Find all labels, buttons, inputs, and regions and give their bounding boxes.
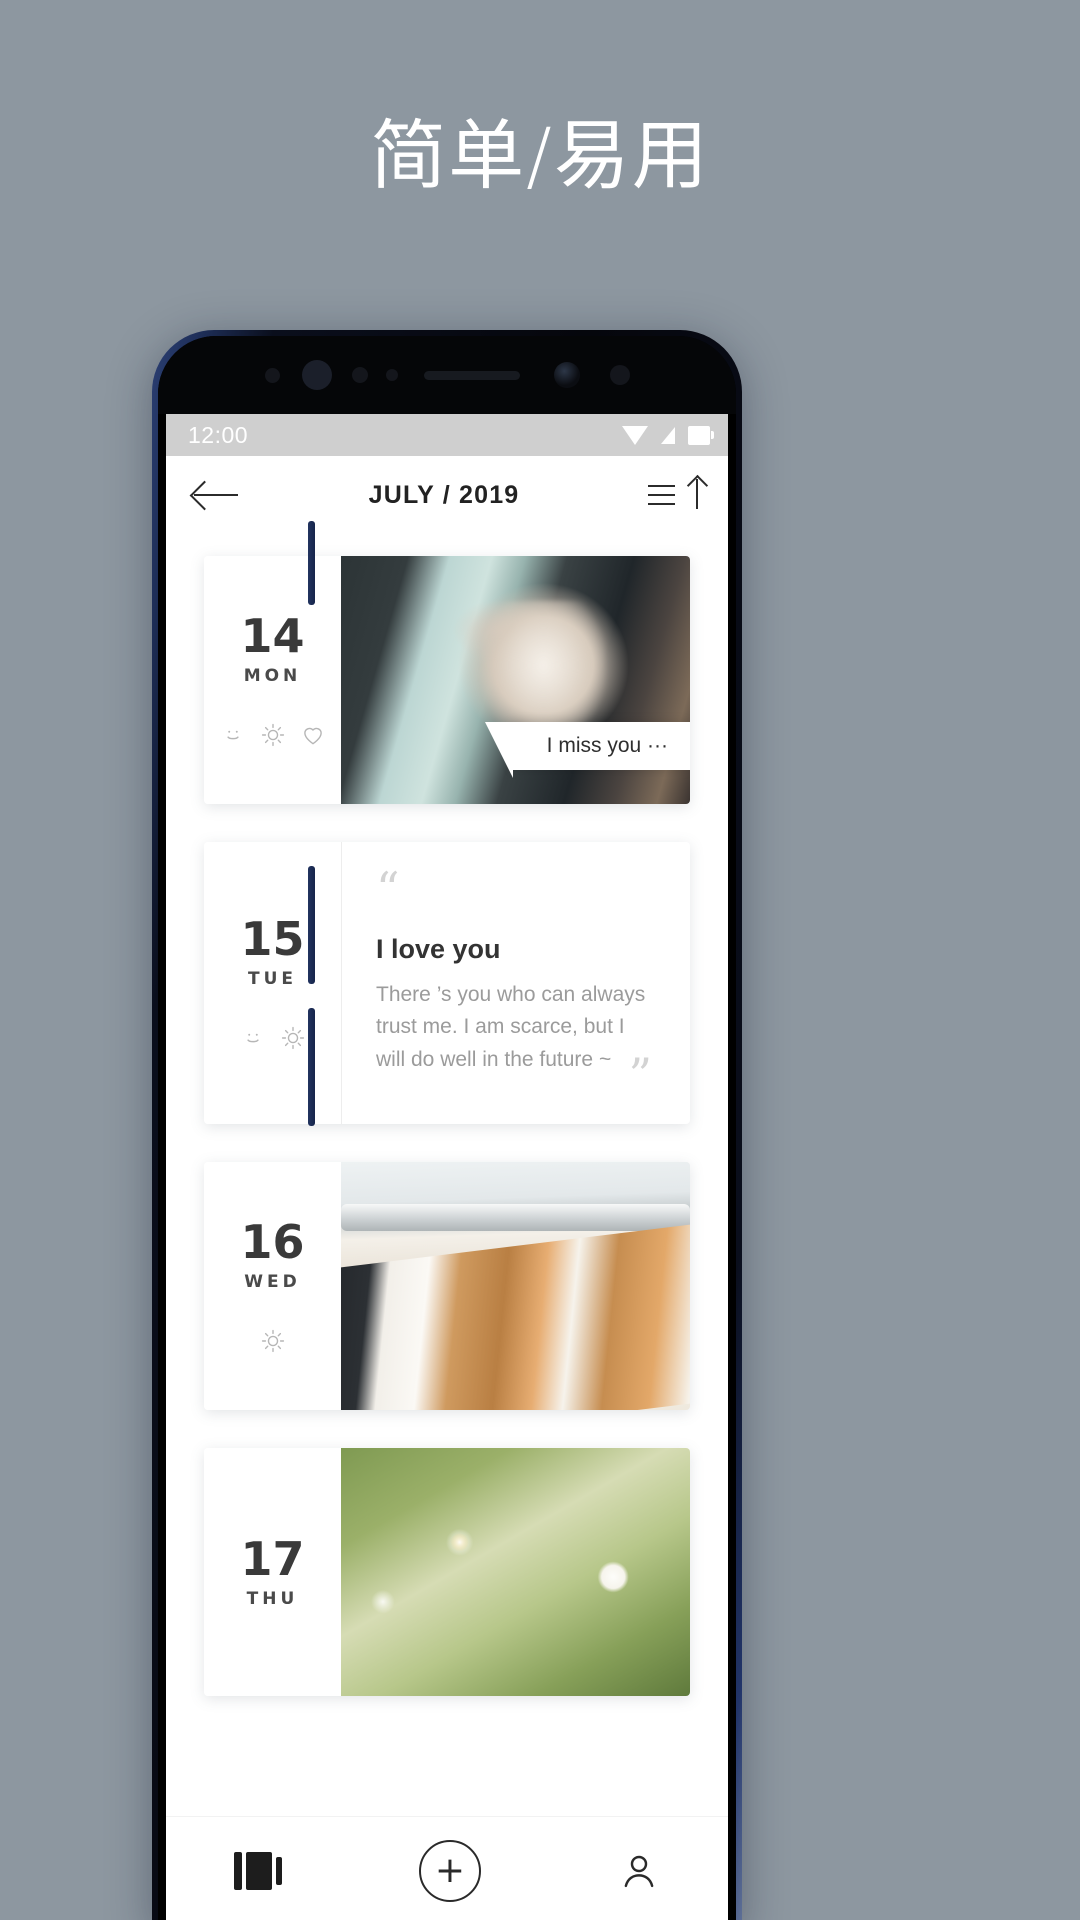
diary-feed[interactable]: 14 MON I miss you ··· 15 TUE “ I love yo… <box>166 534 728 1816</box>
phone-device: 12:00 JULY / 2019 14 MON I miss you ··· … <box>152 330 742 1920</box>
secondary-sensor-icon <box>609 365 630 385</box>
entry-mood-row <box>220 722 326 748</box>
quote-open-mark: “ <box>376 862 400 916</box>
quote-body: “ I love you There ’s you who can always… <box>341 842 690 1124</box>
entry-weekday: MON <box>243 665 302 686</box>
smiley-icon[interactable] <box>220 722 246 748</box>
entry-day-number: 14 <box>240 608 305 663</box>
status-bar: 12:00 <box>166 414 728 456</box>
smiley-icon[interactable] <box>240 1025 266 1051</box>
entry-date-column: 14 MON <box>204 556 341 804</box>
sun-icon[interactable] <box>260 722 286 748</box>
entry-weekday: TUE <box>247 968 297 989</box>
entry-date-column: 15 TUE <box>204 842 341 1124</box>
status-bar-time: 12:00 <box>188 421 249 448</box>
nav-profile-button[interactable] <box>618 1850 660 1892</box>
page-title: JULY / 2019 <box>368 480 520 509</box>
front-camera-icon <box>553 362 580 388</box>
list-item[interactable]: 15 TUE “ I love you There ’s you who can… <box>204 842 690 1124</box>
entry-mood-row <box>260 1328 286 1354</box>
back-arrow-icon[interactable] <box>194 480 240 510</box>
list-item[interactable]: 16 WED <box>204 1162 690 1410</box>
nav-add-button[interactable]: + <box>418 1839 481 1902</box>
device-top-bezel <box>158 336 736 414</box>
entry-date-column: 17 THU <box>204 1448 341 1696</box>
earpiece-speaker <box>423 370 520 380</box>
plus-circle-icon: + <box>418 1839 481 1902</box>
book-icon <box>234 1851 283 1890</box>
bottom-navigation: + <box>166 1816 728 1920</box>
iris-scanner-icon <box>301 360 332 390</box>
phone-screen: 12:00 JULY / 2019 14 MON I miss you ··· … <box>166 414 728 1920</box>
side-button-volume-up[interactable] <box>308 866 315 984</box>
entry-media[interactable] <box>341 1448 690 1696</box>
entry-media[interactable]: I miss you ··· <box>341 556 690 804</box>
person-icon <box>618 1850 660 1892</box>
entry-date-column: 16 WED <box>204 1162 341 1410</box>
entry-quote[interactable]: “ I love you There ’s you who can always… <box>341 842 690 1124</box>
sun-icon[interactable] <box>280 1025 306 1051</box>
entry-mood-row <box>240 1025 306 1051</box>
signal-icon <box>661 426 675 444</box>
entry-caption: I miss you ··· <box>484 722 690 778</box>
entry-day-number: 16 <box>240 1214 305 1269</box>
phone-inner: 12:00 JULY / 2019 14 MON I miss you ··· … <box>158 336 736 1920</box>
wifi-icon <box>622 425 648 445</box>
side-button-volume-down[interactable] <box>308 1008 315 1126</box>
list-item[interactable]: 14 MON I miss you ··· <box>204 556 690 804</box>
nav-diary-button[interactable] <box>234 1851 283 1890</box>
list-item[interactable]: 17 THU <box>204 1448 690 1696</box>
sort-ascending-icon[interactable] <box>648 475 700 515</box>
entry-weekday: THU <box>246 1588 299 1609</box>
sun-icon[interactable] <box>260 1328 286 1354</box>
quote-text: There ’s you who can always trust me. I … <box>376 982 646 1072</box>
entry-day-number: 17 <box>240 1531 305 1586</box>
quote-title: I love you <box>376 933 501 964</box>
promo-heading: 简单/易用 <box>370 111 710 200</box>
app-bar: JULY / 2019 <box>166 456 728 534</box>
daisy-flowers-photo <box>341 1448 690 1696</box>
led-indicator-icon <box>385 369 398 381</box>
light-sensor-icon <box>351 367 368 383</box>
heart-icon[interactable] <box>300 722 326 748</box>
entry-day-number: 15 <box>240 911 305 966</box>
side-button-bixby[interactable] <box>308 521 315 605</box>
quote-close-mark: ” <box>628 1048 652 1103</box>
battery-icon <box>688 425 714 445</box>
proximity-sensor-icon <box>264 367 280 383</box>
entry-media[interactable] <box>341 1162 690 1410</box>
status-bar-icons <box>622 425 714 445</box>
clothes-hangers-photo <box>341 1162 690 1410</box>
entry-weekday: WED <box>244 1271 301 1292</box>
